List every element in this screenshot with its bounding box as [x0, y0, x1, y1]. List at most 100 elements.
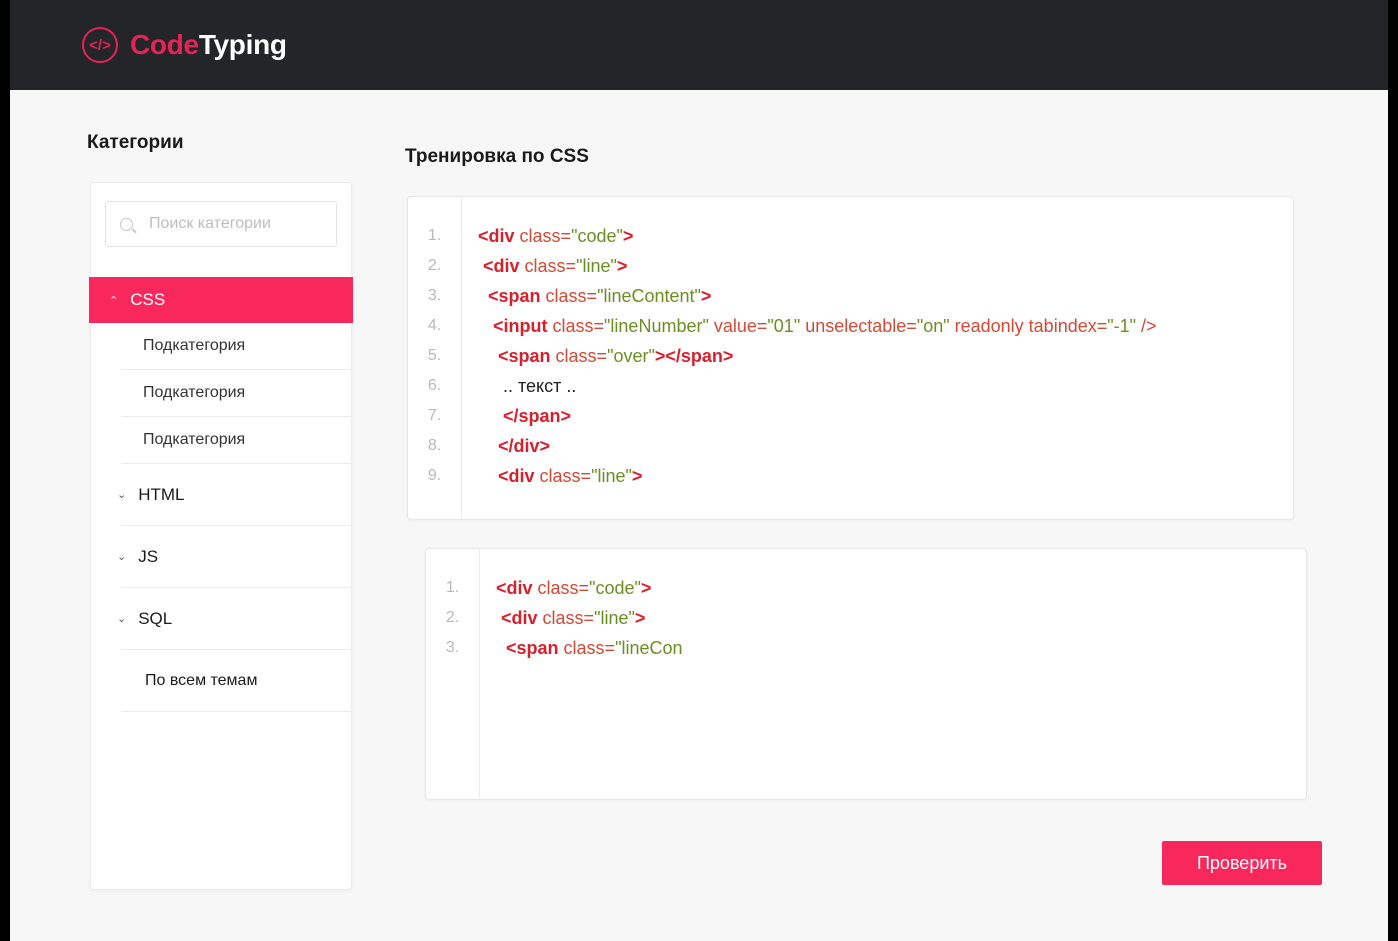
categories-title: Категории: [87, 132, 184, 153]
code-token: "01": [767, 316, 801, 336]
code-token: class=: [540, 286, 598, 306]
chevron-down-icon: ⌄: [117, 613, 127, 625]
logo[interactable]: </> CodeTyping: [82, 27, 287, 63]
subcategory-item[interactable]: Подкатегория: [121, 323, 351, 370]
line-number: 6.: [427, 377, 442, 394]
category-all-topics[interactable]: По всем темам: [121, 650, 351, 712]
code-token: "lineCon: [615, 638, 683, 658]
code-token: >: [622, 226, 634, 246]
line-number-gutter: 1. 2. 3. 4. 5. 6. 7. 8. 9.: [408, 197, 462, 519]
reference-code-panel: 1. 2. 3. 4. 5. 6. 7. 8. 9. <div class="code"> <d…: [407, 196, 1294, 520]
category-label: HTML: [138, 484, 185, 504]
code-token: <div: [478, 466, 535, 486]
code-token: class=: [558, 638, 616, 658]
code-token: </span>: [478, 406, 572, 426]
reference-code: <div class="code"> <div class="line"> <s…: [462, 197, 1157, 519]
code-token: class=: [537, 608, 595, 628]
logo-code-word: Code: [130, 29, 199, 60]
code-token: "over": [607, 346, 655, 366]
line-number: 2.: [427, 257, 442, 274]
code-token: <div: [478, 226, 515, 246]
code-token: class=: [514, 226, 572, 246]
line-number: 4.: [427, 317, 442, 334]
line-number: 3.: [445, 639, 460, 656]
code-line: <div class="code">: [478, 221, 1157, 251]
category-sql[interactable]: ⌄ SQL: [117, 588, 351, 650]
code-line: <span class="lineContent">: [478, 281, 1157, 311]
code-token: class=: [532, 578, 590, 598]
category-js[interactable]: ⌄ JS: [117, 526, 351, 588]
header: </> CodeTyping: [10, 0, 1388, 90]
search-input[interactable]: [147, 214, 321, 234]
code-token: ></span>: [654, 346, 734, 366]
subcategory-item[interactable]: Подкатегория: [121, 417, 351, 464]
code-token: "lineContent": [597, 286, 701, 306]
code-token: unselectable=: [800, 316, 917, 336]
code-token: >: [700, 286, 712, 306]
typing-input-area[interactable]: <div class="code"> <div class="line"> <s…: [480, 549, 683, 799]
category-html[interactable]: ⌄ HTML: [117, 464, 351, 526]
line-number: 5.: [427, 347, 442, 364]
code-token: <div: [478, 256, 520, 276]
logo-typing-word: Typing: [198, 29, 287, 60]
chevron-down-icon: ⌄: [117, 551, 127, 563]
code-token: "lineNumber": [604, 316, 709, 336]
code-token: "line": [594, 608, 635, 628]
category-css[interactable]: ⌃ CSS: [89, 277, 353, 323]
code-token: .. текст ..: [478, 376, 577, 396]
chevron-down-icon: ⌄: [117, 489, 127, 501]
line-number-gutter: 1. 2. 3.: [426, 549, 480, 799]
code-token: class=: [547, 316, 605, 336]
code-token: />: [1136, 316, 1157, 336]
line-number: 1.: [427, 227, 442, 244]
code-line: </span>: [478, 401, 1157, 431]
line-number: 3.: [427, 287, 442, 304]
search-box[interactable]: [105, 201, 337, 247]
code-line: <span class="over"></span>: [478, 341, 1157, 371]
code-token: >: [640, 578, 652, 598]
code-token: class=: [534, 466, 592, 486]
code-token: "code": [571, 226, 623, 246]
code-token: <span: [496, 638, 559, 658]
line-number: 1.: [445, 579, 460, 596]
subcategory-item[interactable]: Подкатегория: [121, 370, 351, 417]
code-token: "code": [589, 578, 641, 598]
code-line: <div class="code">: [496, 573, 683, 603]
code-token: <input: [478, 316, 548, 336]
code-line: </div>: [478, 431, 1157, 461]
code-line: <div class="line">: [478, 251, 1157, 281]
category-label: CSS: [130, 290, 166, 309]
code-token: "on": [916, 316, 950, 336]
chevron-up-icon: ⌃: [109, 294, 119, 307]
code-token: <span: [478, 346, 551, 366]
code-token: <span: [478, 286, 541, 306]
code-line: <div class="line">: [496, 603, 683, 633]
category-label: SQL: [138, 608, 173, 628]
category-label: JS: [138, 546, 159, 566]
code-token: "line": [591, 466, 632, 486]
code-line: <span class="lineCon: [496, 633, 683, 663]
categories-sidebar: ⌃ CSS Подкатегория Подкатегория Подкатег…: [89, 182, 353, 890]
code-token: "-1": [1107, 316, 1137, 336]
app-window: </> CodeTyping Категории ⌃ CSS Подкатего…: [10, 0, 1388, 941]
code-line: <div class="line">: [478, 461, 1157, 491]
line-number: 7.: [427, 407, 442, 424]
code-line: .. текст ..: [478, 371, 1157, 401]
code-token: value=: [708, 316, 768, 336]
code-line: <input class="lineNumber" value="01" uns…: [478, 311, 1157, 341]
code-token: <div: [496, 608, 538, 628]
code-token: "line": [576, 256, 617, 276]
line-number: 8.: [427, 437, 442, 454]
check-button[interactable]: Проверить: [1162, 841, 1322, 885]
logo-text: CodeTyping: [130, 29, 287, 61]
line-number: 2.: [445, 609, 460, 626]
code-token: </div>: [478, 436, 551, 456]
code-token: >: [634, 608, 646, 628]
code-token: readonly tabindex=: [949, 316, 1108, 336]
line-number: 9.: [427, 467, 442, 484]
typing-code-panel[interactable]: 1. 2. 3. <div class="code"> <div class="li…: [425, 548, 1307, 800]
code-token: class=: [519, 256, 577, 276]
code-token: >: [616, 256, 628, 276]
search-icon: [120, 217, 133, 231]
code-token: >: [631, 466, 643, 486]
